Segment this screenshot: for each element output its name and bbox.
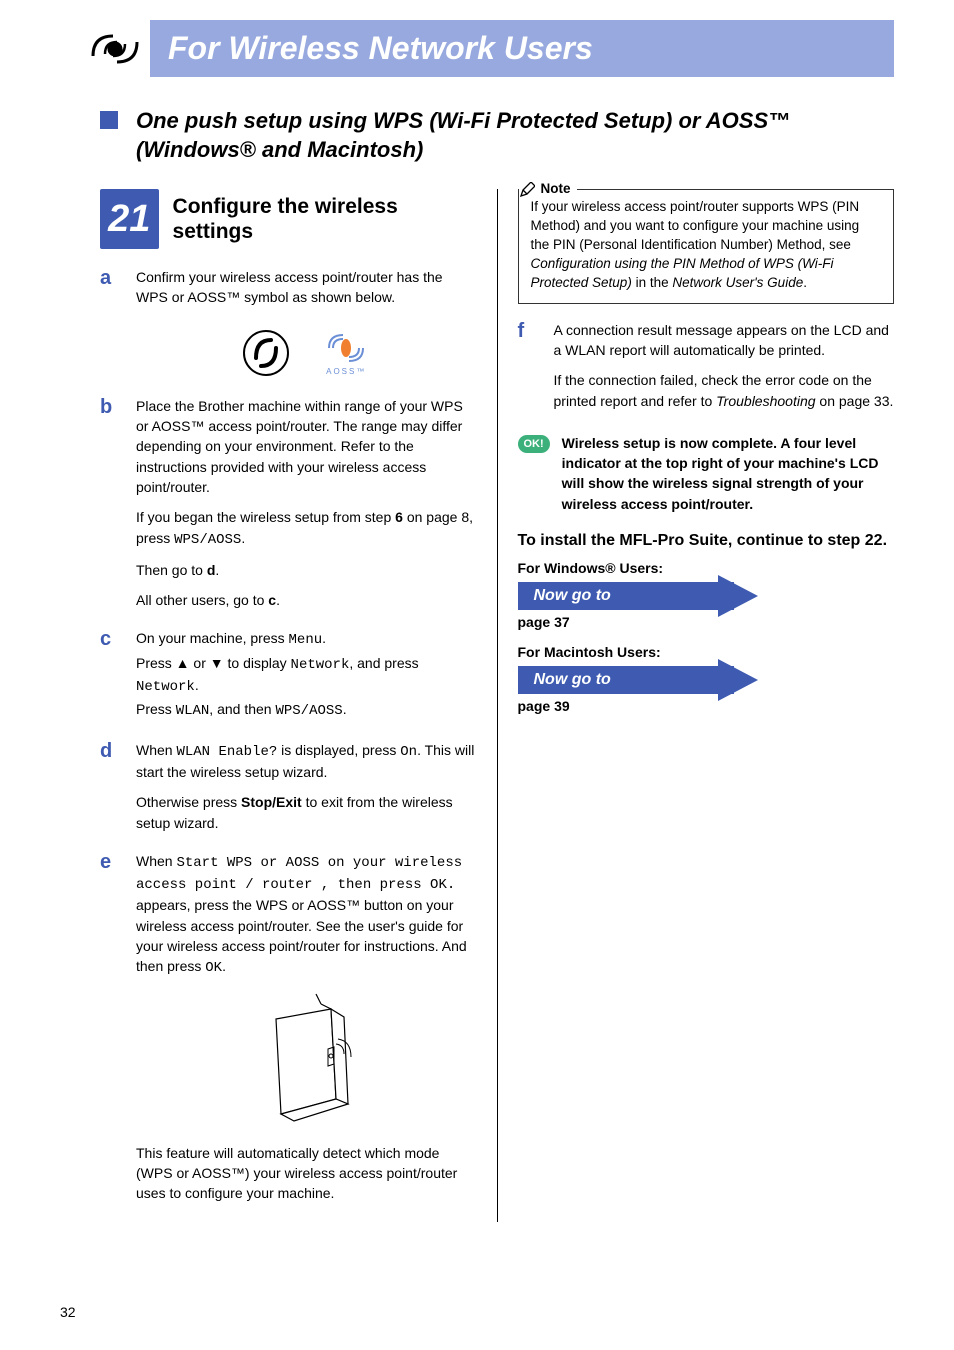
install-title: To install the MFL-Pro Suite, continue t… xyxy=(518,532,895,550)
windows-users-label: For Windows® Users: xyxy=(518,560,895,576)
wps-aoss-symbols: AOSS™ xyxy=(136,328,477,378)
substep-c: c On your machine, press Menu. Press ▲ o… xyxy=(100,628,477,731)
substep-b-p4: All other users, go to c. xyxy=(136,590,477,610)
substep-e: e When Start WPS or AOSS on your wireles… xyxy=(100,851,477,1214)
substep-letter: d xyxy=(100,740,136,843)
wireless-icon xyxy=(80,20,150,77)
substep-d-p2: Otherwise press Stop/Exit to exit from t… xyxy=(136,792,477,833)
note-label: Note xyxy=(519,180,577,199)
substep-a: a Confirm your wireless access point/rou… xyxy=(100,267,477,318)
router-illustration xyxy=(236,989,376,1129)
ok-badge-icon: OK! xyxy=(518,435,550,453)
section-heading: One push setup using WPS (Wi-Fi Protecte… xyxy=(100,107,894,164)
substep-letter: c xyxy=(100,628,136,731)
step-title: Configure the wireless settings xyxy=(173,194,477,244)
ok-text: Wireless setup is now complete. A four l… xyxy=(562,433,894,514)
ok-callout: OK! Wireless setup is now complete. A fo… xyxy=(518,433,895,514)
section-title-line1: One push setup using WPS (Wi-Fi Protecte… xyxy=(136,108,790,133)
note-box: Note If your wireless access point/route… xyxy=(518,189,895,303)
aoss-icon: AOSS™ xyxy=(321,328,371,378)
substep-b-p2: If you began the wireless setup from ste… xyxy=(136,507,477,550)
substep-b: b Place the Brother machine within range… xyxy=(100,396,477,621)
substep-f: f A connection result message appears on… xyxy=(518,320,895,421)
substep-c-l2: Press ▲ or ▼ to display Network, and pre… xyxy=(136,653,477,698)
substep-c-l3: Press WLAN, and then WPS/AOSS. xyxy=(136,699,477,721)
note-body: If your wireless access point/router sup… xyxy=(531,199,860,290)
goto-arrow-windows: Now go to xyxy=(518,582,778,610)
substep-f-p1: A connection result message appears on t… xyxy=(554,320,895,361)
substep-b-p3: Then go to d. xyxy=(136,560,477,580)
wps-icon xyxy=(241,328,291,378)
section-bullet xyxy=(100,111,118,129)
mac-users-label: For Macintosh Users: xyxy=(518,644,895,660)
step-header: 21 Configure the wireless settings xyxy=(100,189,477,249)
substep-a-text: Confirm your wireless access point/route… xyxy=(136,267,477,308)
goto-arrow-mac: Now go to xyxy=(518,666,778,694)
banner-title: For Wireless Network Users xyxy=(150,20,894,77)
windows-page-ref: page 37 xyxy=(518,614,895,630)
substep-f-p2: If the connection failed, check the erro… xyxy=(554,370,895,411)
substep-letter: e xyxy=(100,851,136,1214)
page-number: 32 xyxy=(60,1304,76,1320)
substep-d-p1: When WLAN Enable? is displayed, press On… xyxy=(136,740,477,783)
substep-b-p1: Place the Brother machine within range o… xyxy=(136,396,477,497)
substep-letter: b xyxy=(100,396,136,621)
substep-e-p1: When Start WPS or AOSS on your wireless … xyxy=(136,851,477,979)
mac-page-ref: page 39 xyxy=(518,698,895,714)
substep-letter: a xyxy=(100,267,136,318)
substep-letter: f xyxy=(518,320,554,421)
banner: For Wireless Network Users xyxy=(80,20,894,77)
substep-c-l1: On your machine, press Menu. xyxy=(136,628,477,650)
step-number: 21 xyxy=(100,189,159,249)
substep-d: d When WLAN Enable? is displayed, press … xyxy=(100,740,477,843)
aoss-label: AOSS™ xyxy=(326,367,366,376)
section-title-line2: (Windows® and Macintosh) xyxy=(136,137,423,162)
substep-e-p2: This feature will automatically detect w… xyxy=(136,1143,477,1204)
pencil-icon xyxy=(519,182,535,198)
